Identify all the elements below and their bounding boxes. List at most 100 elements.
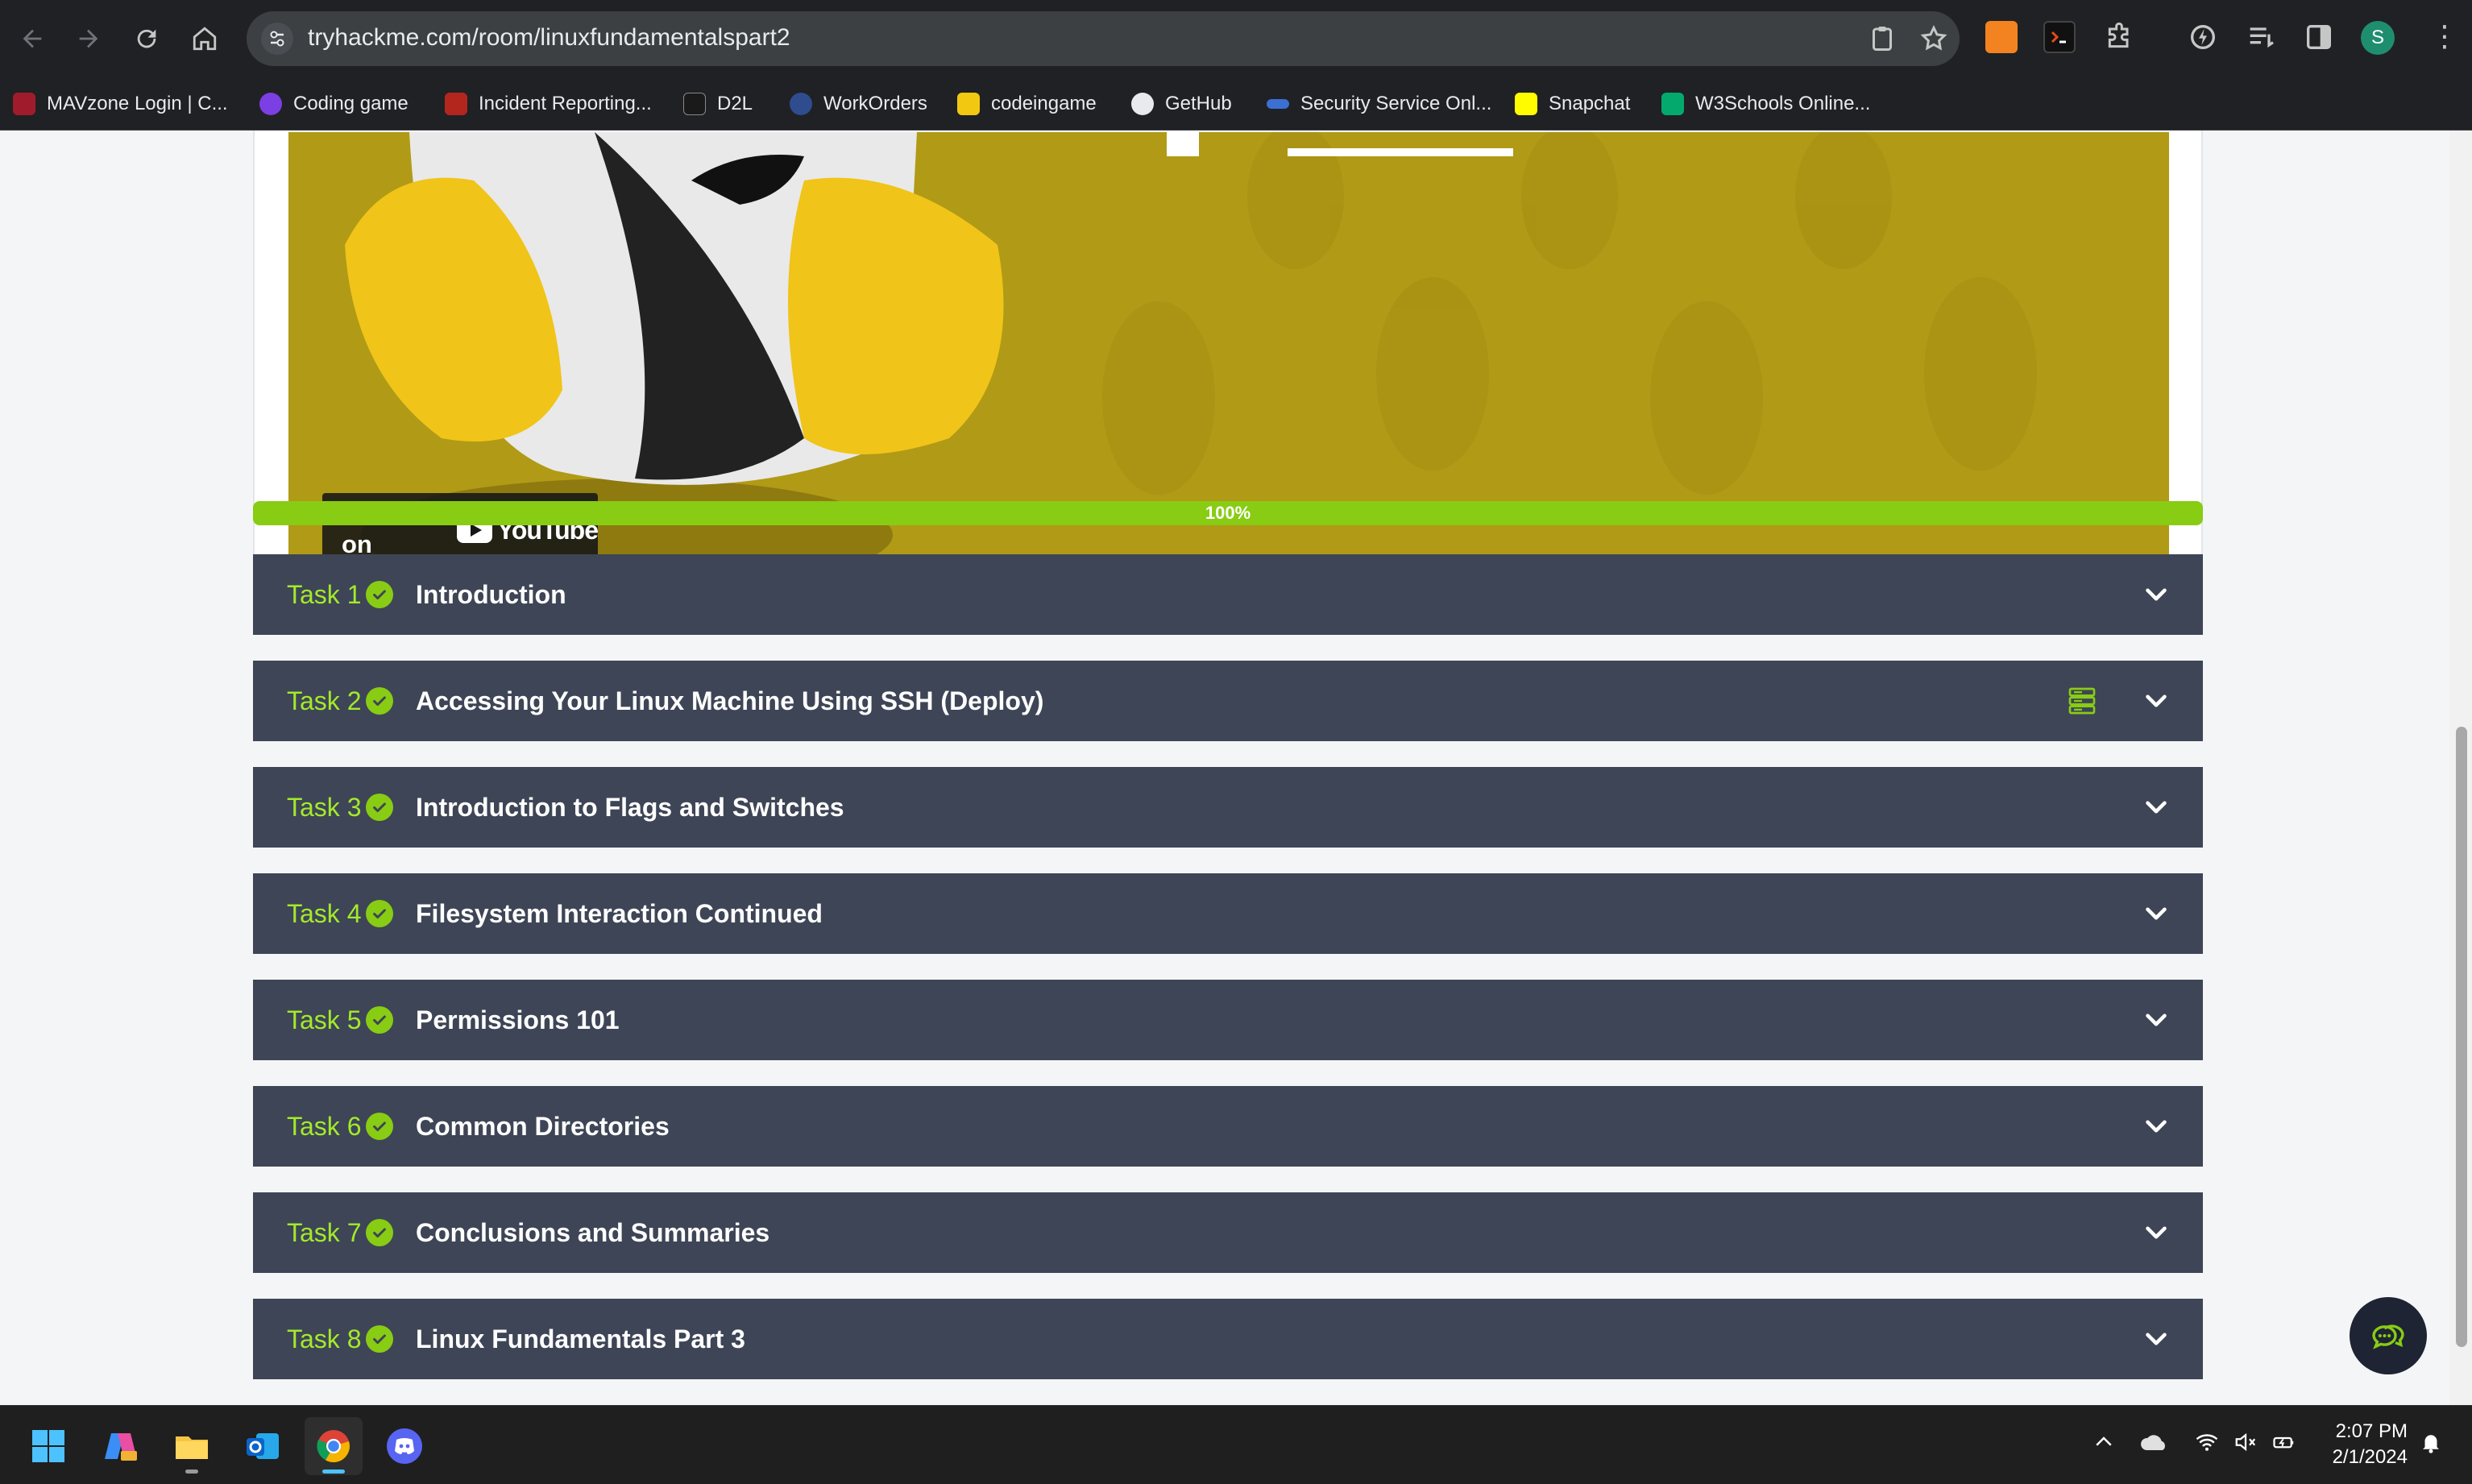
task-title: Permissions 101 [416,1005,620,1034]
chevron-down-icon[interactable] [2142,1112,2171,1141]
completed-check-icon [366,581,393,608]
task-row[interactable]: Task 1 Introduction [253,554,2203,635]
chevron-down-icon[interactable] [2142,580,2171,609]
home-icon[interactable] [185,19,224,58]
bookmark-item[interactable]: W3Schools Online... [1661,90,1870,118]
workorders-icon [790,93,812,115]
task-number: Task 6 [287,1111,362,1141]
task-row[interactable]: Task 5 Permissions 101 [253,980,2203,1060]
machine-server-icon [2066,685,2098,717]
task-row[interactable]: Task 6 Common Directories [253,1086,2203,1167]
page-content: Watch on YouTube 100% Task 1 Introduction… [0,131,2449,1405]
chevron-down-icon[interactable] [2142,1218,2171,1247]
address-bar[interactable]: tryhackme.com/room/linuxfundamentalspart… [247,11,1960,66]
codingame-icon [957,93,980,115]
clipboard-icon[interactable] [1868,24,1897,53]
chat-button[interactable] [2350,1297,2427,1374]
security-service-icon [1267,99,1289,109]
bookmarks-bar: MAVzone Login | C... Coding game Inciden… [0,77,2472,131]
task-title: Accessing Your Linux Machine Using SSH (… [416,686,1044,715]
task-number: Task 5 [287,1005,362,1034]
chrome-icon[interactable] [305,1417,363,1475]
w3schools-icon [1661,93,1684,115]
url-text[interactable]: tryhackme.com/room/linuxfundamentalspart… [308,24,790,52]
task-number: Task 2 [287,686,362,715]
task-title: Introduction to Flags and Switches [416,792,844,822]
task-title: Introduction [416,579,566,609]
windows-taskbar: 2:07 PM 2/1/2024 [0,1405,2472,1484]
task-row[interactable]: Task 2 Accessing Your Linux Machine Using… [253,661,2203,741]
github-icon [1131,93,1154,115]
completed-check-icon [366,1219,393,1246]
completed-check-icon [366,1006,393,1034]
task-number: Task 4 [287,898,362,928]
chat-bubbles-icon [2372,1324,2404,1349]
copilot-icon[interactable] [92,1417,150,1475]
bookmark-item[interactable]: MAVzone Login | C... [13,90,228,118]
task-row[interactable]: Task 3 Introduction to Flags and Switches [253,767,2203,848]
windows-start-icon[interactable] [19,1417,77,1475]
task-number: Task 8 [287,1324,362,1353]
task-number: Task 3 [287,792,362,822]
show-hidden-icons-icon[interactable] [2092,1430,2116,1460]
extension-ahrefs-icon[interactable] [1985,21,2018,53]
completed-check-icon [366,900,393,927]
incident-reporting-icon [445,93,467,115]
battery-charging-icon[interactable] [2271,1430,2298,1460]
clock-time: 2:07 PM [2335,1420,2408,1442]
extensions-puzzle-icon[interactable] [2103,21,2135,53]
room-progress-bar: 100% [253,501,2203,525]
terminal-extension-icon[interactable] [2043,21,2076,53]
bookmark-item[interactable]: Security Service Onl... [1267,90,1491,118]
back-icon[interactable] [13,19,52,58]
task-title: Linux Fundamentals Part 3 [416,1324,745,1353]
scrollbar-thumb[interactable] [2456,727,2467,1347]
browser-menu-icon[interactable]: ⋮ [2430,19,2459,53]
chevron-down-icon[interactable] [2142,1005,2171,1034]
system-clock[interactable]: 2:07 PM 2/1/2024 [2321,1419,2408,1470]
completed-check-icon [366,1325,393,1353]
cpu-logo-icon [13,93,35,115]
bookmark-item[interactable]: WorkOrders [790,90,927,118]
video-card: Watch on YouTube [253,131,2203,607]
notifications-bell-icon[interactable] [2419,1430,2443,1460]
side-panel-icon[interactable] [2303,21,2335,53]
task-title: Common Directories [416,1111,670,1141]
profile-avatar[interactable]: S [2361,21,2395,55]
outlook-icon[interactable] [234,1417,292,1475]
bookmark-item[interactable]: codeingame [957,90,1097,118]
coding-game-icon [259,93,282,115]
bookmark-star-icon[interactable] [1919,24,1948,53]
onedrive-icon[interactable] [2138,1430,2171,1460]
chevron-down-icon[interactable] [2142,793,2171,822]
bookmark-item[interactable]: Incident Reporting... [445,90,652,118]
task-number: Task 7 [287,1217,362,1247]
task-number: Task 1 [287,579,362,609]
chevron-down-icon[interactable] [2142,1324,2171,1353]
chevron-down-icon[interactable] [2142,686,2171,715]
task-title: Conclusions and Summaries [416,1217,770,1247]
bookmark-item[interactable]: D2L [683,90,753,118]
forward-icon[interactable] [69,19,108,58]
bookmark-item[interactable]: Snapchat [1515,90,1630,118]
bookmark-item[interactable]: Coding game [259,90,409,118]
wifi-icon[interactable] [2193,1430,2221,1460]
task-row[interactable]: Task 8 Linux Fundamentals Part 3 [253,1299,2203,1379]
file-explorer-icon[interactable] [163,1417,221,1475]
d2l-icon [683,93,706,115]
volume-muted-icon[interactable] [2232,1430,2259,1460]
completed-check-icon [366,687,393,715]
task-row[interactable]: Task 7 Conclusions and Summaries [253,1192,2203,1273]
performance-icon[interactable] [2187,21,2219,53]
completed-check-icon [366,794,393,821]
reload-icon[interactable] [127,19,166,58]
completed-check-icon [366,1113,393,1140]
discord-icon[interactable] [375,1417,433,1475]
task-title: Filesystem Interaction Continued [416,898,823,928]
page-scrollbar[interactable] [2449,131,2472,1405]
reading-list-icon[interactable] [2245,21,2277,53]
site-info-icon[interactable] [261,23,293,55]
bookmark-item[interactable]: GetHub [1131,90,1232,118]
chevron-down-icon[interactable] [2142,899,2171,928]
task-row[interactable]: Task 4 Filesystem Interaction Continued [253,873,2203,954]
